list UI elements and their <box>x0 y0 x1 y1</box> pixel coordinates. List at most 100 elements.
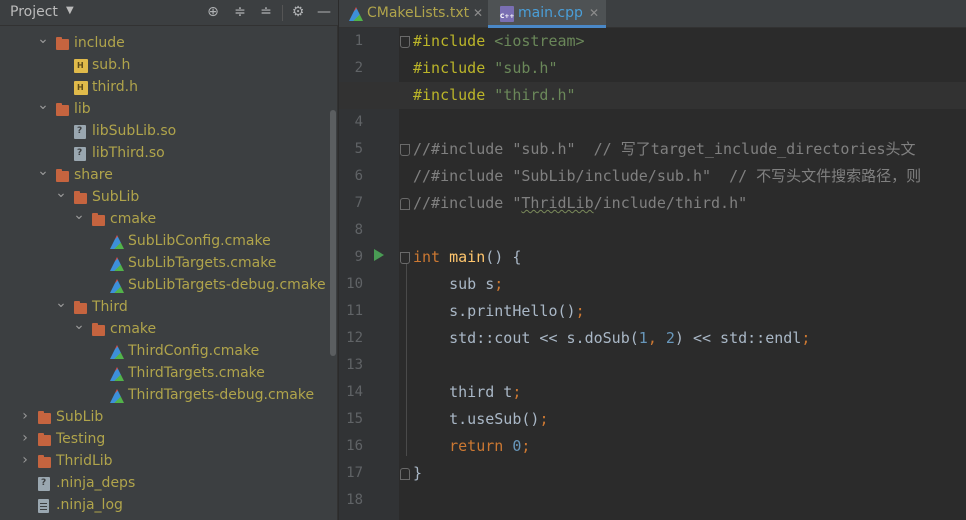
code-token: <iostream> <box>494 32 585 50</box>
tree-folder[interactable]: › Testing <box>0 429 330 451</box>
tree-item-label: SubLib <box>56 409 104 425</box>
line-number: 7 <box>354 195 363 211</box>
code-token: ; <box>539 410 549 428</box>
project-panel: Project ▼ ⊕ ≑ ≐ ⚙ — ⌄ include sub.h third.h… <box>0 0 338 520</box>
tree-folder[interactable]: › ThridLib <box>0 451 330 473</box>
tree-file[interactable]: ThirdConfig.cmake <box>0 341 330 363</box>
chevron-right-icon[interactable]: › <box>19 452 31 468</box>
code-token: ThridLib <box>521 194 594 212</box>
tree-folder[interactable]: › SubLib <box>0 407 330 429</box>
tree-folder[interactable]: ⌄ cmake <box>0 207 330 231</box>
tree-item-label: Testing <box>56 431 106 447</box>
chevron-down-icon[interactable]: ⌄ <box>73 317 85 333</box>
code-area[interactable]: #include <iostream> #include "sub.h" #incl… <box>339 28 966 520</box>
folder-icon <box>74 191 87 204</box>
scrollbar[interactable] <box>330 110 336 356</box>
tree-file[interactable]: SubLibTargets-debug.cmake <box>0 275 330 297</box>
chevron-right-icon[interactable]: › <box>19 430 31 446</box>
cmake-file-icon <box>110 279 124 293</box>
tree-item-label: .ninja_log <box>56 497 123 513</box>
expand-all-icon[interactable]: ≑ <box>231 3 249 21</box>
tree-file[interactable]: SubLibConfig.cmake <box>0 231 330 253</box>
hide-icon[interactable]: — <box>315 3 333 21</box>
cmake-file-icon <box>110 345 124 359</box>
gear-icon[interactable]: ⚙ <box>289 3 307 21</box>
code-line: } <box>413 460 422 487</box>
project-tree: ⌄ include sub.h third.h ⌄ liblibSubLib.so libT… <box>0 26 330 520</box>
code-line: std::cout << s.doSub(1, 2) << std::endl; <box>413 325 810 352</box>
folder-icon <box>56 37 69 50</box>
tree-folder[interactable]: ⌄ include <box>0 31 330 55</box>
text-file-icon <box>38 499 49 513</box>
line-number: 18 <box>346 492 363 508</box>
code-token: "third.h" <box>494 86 576 104</box>
header-file-icon <box>74 81 88 95</box>
chevron-down-icon[interactable]: ⌄ <box>37 163 49 179</box>
editor-tab-bar: CMakeLists.txt ✕ main.cpp ✕ <box>339 0 966 28</box>
cmake-file-icon <box>110 235 124 249</box>
close-icon[interactable]: ✕ <box>473 6 483 20</box>
tree-item-label: sub.h <box>92 57 131 73</box>
tree-file[interactable]: SubLibTargets.cmake <box>0 253 330 275</box>
tree-file[interactable]: .ninja_log <box>0 495 330 517</box>
tree-file[interactable]: libThird.so <box>0 143 330 165</box>
line-number: 12 <box>346 330 363 346</box>
chevron-down-icon[interactable]: ⌄ <box>37 31 49 47</box>
tree-item-label: SubLibConfig.cmake <box>128 233 271 249</box>
cmake-file-icon <box>110 367 124 381</box>
line-number: 14 <box>346 384 363 400</box>
tree-item-label: SubLibTargets.cmake <box>128 255 277 271</box>
code-token: ; <box>801 329 811 347</box>
chevron-down-icon[interactable]: ⌄ <box>55 185 67 201</box>
tree-folder[interactable]: ⌄ lib <box>0 97 330 121</box>
code-token: #include <box>413 86 495 104</box>
tree-folder[interactable]: ⌄ cmake <box>0 317 330 341</box>
cmake-file-icon <box>110 257 124 271</box>
code-line: return 0; <box>413 433 530 460</box>
unknown-file-icon <box>74 125 86 139</box>
locate-icon[interactable]: ⊕ <box>204 3 222 21</box>
code-token: ; <box>512 383 522 401</box>
tree-file[interactable]: sub.h <box>0 55 330 77</box>
code-line: third t; <box>413 379 521 406</box>
chevron-down-icon[interactable]: ⌄ <box>73 207 85 223</box>
tree-file[interactable]: ThirdTargets.cmake <box>0 363 330 385</box>
chevron-right-icon[interactable]: › <box>19 408 31 424</box>
line-number: 4 <box>354 114 363 130</box>
chevron-down-icon[interactable]: ⌄ <box>37 97 49 113</box>
code-token: //#include " <box>413 194 522 212</box>
unknown-file-icon <box>38 477 50 491</box>
tree-item-label: include <box>74 35 125 51</box>
code-token: //#include "sub.h" // 写了target_include_d… <box>413 140 916 158</box>
code-token: ; <box>521 437 531 455</box>
tree-item-label: share <box>74 167 113 183</box>
code-line: t.useSub(); <box>413 406 548 433</box>
code-token: return <box>413 437 513 455</box>
tree-item-label: cmake <box>110 321 157 337</box>
code-line: s.printHello(); <box>413 298 584 325</box>
tab-cmakelists[interactable]: CMakeLists.txt ✕ <box>339 0 488 28</box>
tree-item-label: ThridLib <box>56 453 113 469</box>
close-icon[interactable]: ✕ <box>589 6 599 20</box>
folder-icon <box>92 323 105 336</box>
collapse-all-icon[interactable]: ≐ <box>257 3 275 21</box>
chevron-down-icon[interactable]: ⌄ <box>55 295 67 311</box>
run-icon[interactable] <box>374 249 384 261</box>
line-number: 1 <box>354 33 363 49</box>
tree-file[interactable]: libSubLib.so <box>0 121 330 143</box>
tree-file[interactable]: ThirdTargets-debug.cmake <box>0 385 330 407</box>
line-number: 10 <box>346 276 363 292</box>
editor: CMakeLists.txt ✕ main.cpp ✕ 123456789101… <box>339 0 966 520</box>
tree-folder[interactable]: ⌄ Third <box>0 295 330 319</box>
tree-item-label: .ninja_deps <box>56 475 136 491</box>
tree-folder[interactable]: ⌄ SubLib <box>0 185 330 209</box>
code-token: /include/third.h" <box>593 194 748 212</box>
tree-folder[interactable]: ⌄ share <box>0 163 330 187</box>
tree-item-label: SubLib <box>92 189 140 205</box>
code-line: //#include "SubLib/include/sub.h" // 不写头… <box>413 163 921 190</box>
code-token: //#include "SubLib/include/sub.h" // 不写头… <box>413 167 922 185</box>
tree-file[interactable]: third.h <box>0 77 330 99</box>
line-number: 11 <box>346 303 363 319</box>
header-file-icon <box>74 59 88 73</box>
tree-file[interactable]: .ninja_deps <box>0 473 330 495</box>
